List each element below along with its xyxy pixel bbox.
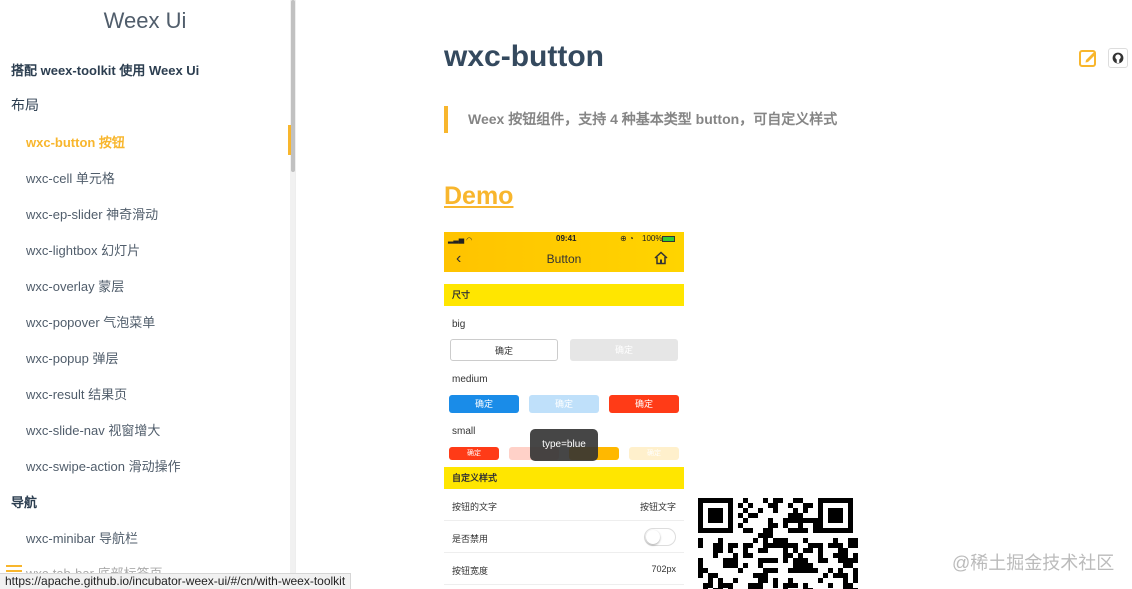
- page-title: wxc-button: [444, 40, 604, 73]
- alarm-icon: ⊕ ◔: [620, 234, 634, 243]
- type-tooltip: type=blue: [530, 429, 598, 461]
- row-label: 按钮宽度: [452, 566, 489, 576]
- phone-status-bar: ▂▃▅ ◠ 09:41 ⊕ ◔ 100%: [448, 234, 680, 246]
- band-custom-style: 自定义样式: [444, 467, 684, 489]
- sidebar: Weex Ui 搭配 weex-toolkit 使用 Weex Ui 布局 wx…: [0, 0, 296, 589]
- demo-button-medium-lightblue: 确定: [529, 395, 599, 413]
- sidebar-item-wxc-ep-slider[interactable]: wxc-ep-slider 神奇滑动: [26, 204, 295, 223]
- demo-button-medium-red: 确定: [609, 395, 679, 413]
- sidebar-item-wxc-popup[interactable]: wxc-popup 弹层: [26, 348, 295, 367]
- demo-button-big-disabled: 确定: [570, 339, 678, 361]
- sidebar-item-wxc-overlay[interactable]: wxc-overlay 蒙层: [26, 276, 295, 295]
- label-big: big: [452, 319, 466, 330]
- demo-button-big-white: 确定: [450, 339, 558, 361]
- app-window: Weex Ui 搭配 weex-toolkit 使用 Weex Ui 布局 wx…: [0, 0, 1132, 589]
- sidebar-item-with-weex-toolkit[interactable]: 搭配 weex-toolkit 使用 Weex Ui: [11, 60, 295, 79]
- sidebar-scrollbar-thumb[interactable]: [291, 0, 295, 172]
- sidebar-item-wxc-minibar[interactable]: wxc-minibar 导航栏: [26, 528, 295, 547]
- row-value: 702px: [651, 564, 676, 574]
- sidebar-section-layout: 布局: [11, 97, 39, 113]
- github-icon[interactable]: [1108, 48, 1128, 68]
- phone-nav-header: ▂▃▅ ◠ 09:41 ⊕ ◔ 100% ‹ Button: [444, 232, 684, 272]
- battery-icon: [662, 236, 675, 242]
- setting-row-button-text: 按钮的文字 按钮文字: [444, 489, 684, 521]
- sidebar-item-wxc-popover[interactable]: wxc-popover 气泡菜单: [26, 312, 295, 331]
- sidebar-item-wxc-swipe-action[interactable]: wxc-swipe-action 滑动操作: [26, 456, 295, 475]
- sidebar-item-wxc-result[interactable]: wxc-result 结果页: [26, 384, 295, 403]
- watermark-text: @稀土掘金技术社区: [952, 553, 1115, 573]
- sidebar-item-wxc-cell[interactable]: wxc-cell 单元格: [26, 168, 295, 187]
- row-value: 按钮文字: [639, 502, 676, 512]
- status-bar-url: https://apache.github.io/incubator-weex-…: [0, 573, 352, 589]
- band-size: 尺寸: [444, 284, 684, 306]
- brand-title[interactable]: Weex Ui: [0, 8, 290, 34]
- label-medium: medium: [452, 374, 488, 385]
- home-icon: [654, 251, 668, 265]
- description-quote: Weex 按钮组件，支持 4 种基本类型 button，可自定义样式: [444, 106, 837, 133]
- demo-heading-link[interactable]: Demo: [444, 182, 513, 211]
- edit-icon[interactable]: [1078, 48, 1098, 68]
- phone-time: 09:41: [556, 234, 577, 243]
- disabled-toggle: [644, 528, 676, 546]
- setting-row-disabled: 是否禁用: [444, 521, 684, 553]
- active-indicator: [288, 125, 291, 155]
- setting-row-width: 按钮宽度 702px: [444, 553, 684, 585]
- demo-button-small-cream: 确定: [629, 447, 679, 460]
- row-label: 按钮的文字: [452, 502, 498, 512]
- qr-code-image: [698, 498, 858, 589]
- demo-button-medium-blue: 确定: [449, 395, 519, 413]
- label-small: small: [452, 426, 476, 437]
- signal-icon: ▂▃▅ ◠: [448, 237, 473, 244]
- sidebar-item-wxc-lightbox[interactable]: wxc-lightbox 幻灯片: [26, 240, 295, 259]
- phone-nav-title: Button: [546, 252, 582, 266]
- main-content: wxc-button Weex 按钮组件，支持 4 种基本类型 button，可…: [296, 0, 1132, 589]
- phone-demo-screenshot: ▂▃▅ ◠ 09:41 ⊕ ◔ 100% ‹ Button 尺寸 big 确定 …: [444, 232, 684, 589]
- sidebar-item-wxc-button[interactable]: wxc-button 按钮: [26, 132, 295, 151]
- row-label: 是否禁用: [452, 534, 489, 544]
- sidebar-item-wxc-slide-nav[interactable]: wxc-slide-nav 视窗增大: [26, 420, 295, 439]
- sidebar-section-navigation: 导航: [11, 495, 38, 510]
- demo-button-small-red: 确定: [449, 447, 499, 460]
- battery-level: 100%: [642, 234, 663, 243]
